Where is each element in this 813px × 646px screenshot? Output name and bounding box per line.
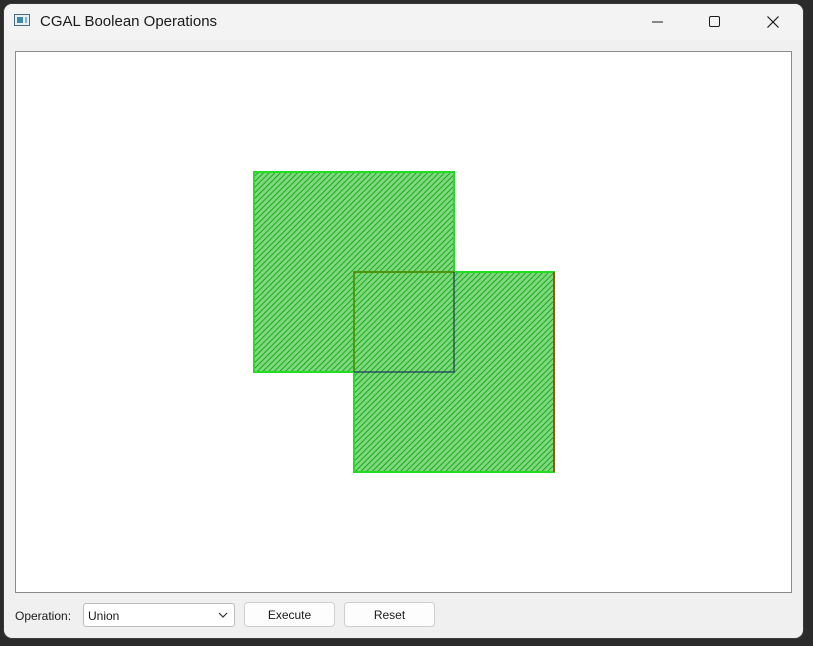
minimize-button[interactable] xyxy=(629,4,687,40)
title-bar[interactable]: CGAL Boolean Operations xyxy=(4,4,803,40)
maximize-icon xyxy=(709,16,720,27)
close-button[interactable] xyxy=(744,4,802,40)
window-title: CGAL Boolean Operations xyxy=(40,13,218,30)
reset-button[interactable]: Reset xyxy=(344,602,435,627)
control-bar: Operation: Union Execute Reset xyxy=(4,600,803,632)
operation-label: Operation: xyxy=(15,609,72,623)
execute-button[interactable]: Execute xyxy=(244,602,335,627)
chevron-down-icon xyxy=(218,612,228,618)
window-app-icon xyxy=(14,14,30,26)
drawing-canvas[interactable] xyxy=(15,51,792,593)
minimize-icon xyxy=(652,21,663,23)
operation-select-value: Union xyxy=(88,609,120,623)
app-window: CGAL Boolean Operations Operation: Union… xyxy=(4,4,803,638)
operation-select[interactable]: Union xyxy=(83,603,235,627)
close-icon xyxy=(767,16,779,28)
maximize-button[interactable] xyxy=(686,4,744,40)
canvas-svg xyxy=(253,171,555,473)
